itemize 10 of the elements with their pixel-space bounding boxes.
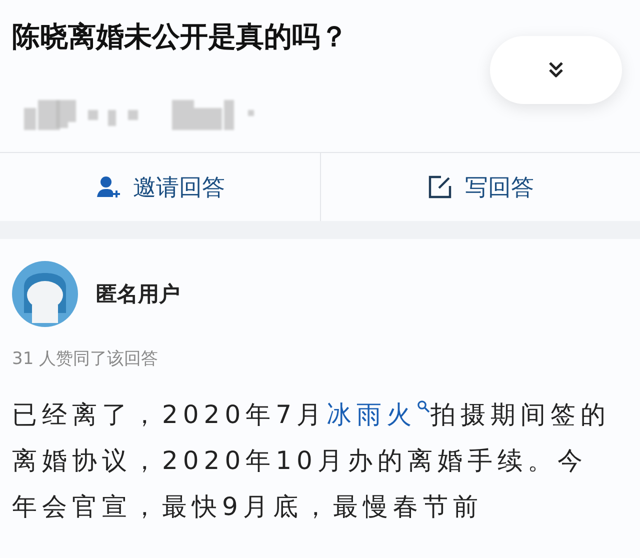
add-user-icon (94, 174, 121, 200)
vote-count: 31 人赞同了该回答 (12, 348, 160, 370)
avatar (12, 261, 78, 327)
question-title: 陈晓离婚未公开是真的吗？ (11, 19, 349, 55)
search-link[interactable]: 冰雨火 (326, 400, 431, 429)
edit-icon (426, 174, 453, 200)
invite-answer-button[interactable]: 邀请回答 (0, 153, 320, 221)
answer-text: 已经离了，2020年7月 冰雨火 拍摄期间签的离婚协议，2020年10月办的离婚手续。今年会官宣，最快9月底，最慢春节前 (12, 399, 612, 523)
search-icon (416, 400, 431, 414)
author-name: 匿名用户 (96, 281, 180, 308)
